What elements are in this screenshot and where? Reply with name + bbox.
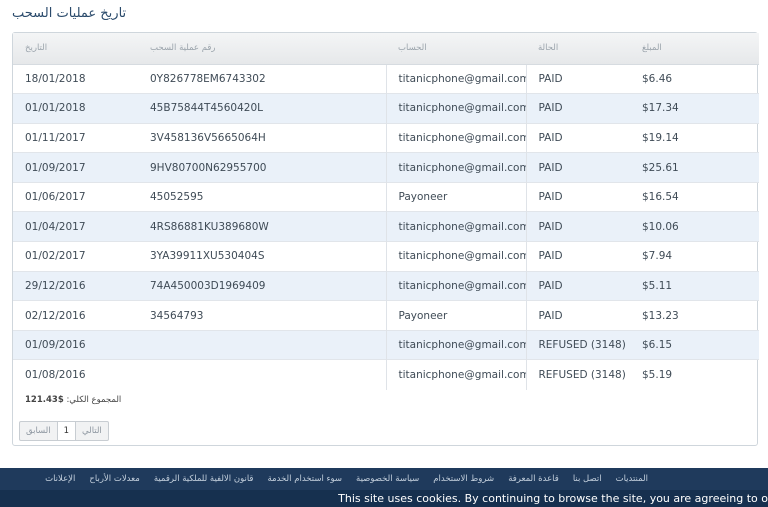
cell-amount: $5.11 — [630, 270, 759, 301]
cookie-banner: This site uses cookies. By continuing to… — [0, 490, 768, 507]
cell-account: titanicphone@gmail.com — [386, 93, 527, 124]
cell-amount: $6.15 — [630, 329, 759, 360]
cell-amount: $17.34 — [630, 93, 759, 124]
cell-withdrawal-id: 74A450003D1969409 — [138, 270, 387, 301]
footer-link[interactable]: قانون الالفية للملكية الرقمية — [154, 474, 254, 484]
table-row: 29/12/2016 74A450003D1969409 titanicphone@… — [13, 270, 759, 301]
cell-status: PAID — [526, 300, 630, 331]
table-row: 01/09/2017 9HV80700N62955700 titanicphone@… — [13, 152, 759, 183]
total-value: $121.43 — [25, 395, 64, 405]
cell-amount: $10.06 — [630, 211, 759, 242]
cell-status: PAID — [526, 270, 630, 301]
cell-withdrawal-id: 3V458136V5665064H — [138, 122, 387, 153]
header-account[interactable]: الحساب — [386, 33, 526, 65]
table-row: 01/02/2017 3YA39911XU530404S titanicphone@… — [13, 241, 759, 272]
page-title: تاريخ عمليات السحب — [12, 6, 127, 21]
footer-link[interactable]: الإعلانات — [45, 474, 75, 484]
cell-status: PAID — [526, 211, 630, 242]
cell-date: 01/09/2017 — [13, 152, 138, 183]
pager-next-button[interactable]: التالي — [76, 422, 108, 440]
cell-withdrawal-id: 4RS86881KU389680W — [138, 211, 387, 242]
footer-nav: المنتديات اتصل بنا قاعدة المعرفة شروط الاست… — [0, 468, 768, 490]
cell-withdrawal-id: 34564793 — [138, 300, 387, 331]
footer-link[interactable]: اتصل بنا — [573, 474, 602, 484]
cell-account: titanicphone@gmail.com — [386, 270, 527, 301]
cell-amount: $13.23 — [630, 300, 759, 331]
cell-account: titanicphone@gmail.com — [386, 63, 527, 94]
withdrawals-table: التاريخ رقم عملية السحب الحساب الحالة ال… — [13, 33, 759, 390]
cell-status: REFUSED (3148) — [526, 329, 630, 360]
footer-link[interactable]: المنتديات — [616, 474, 648, 484]
table-row: 01/11/2017 3V458136V5665064H titanicphone@… — [13, 122, 759, 153]
cell-date: 29/12/2016 — [13, 270, 138, 301]
cell-status: PAID — [526, 122, 630, 153]
pagination: التالي 1 السابق — [19, 421, 109, 441]
cell-date: 02/12/2016 — [13, 300, 138, 331]
cell-date: 01/04/2017 — [13, 211, 138, 242]
cell-account: titanicphone@gmail.com — [386, 122, 527, 153]
pager-prev-button[interactable]: السابق — [20, 422, 57, 440]
cell-account: Payoneer — [386, 300, 527, 331]
cell-date: 01/09/2016 — [13, 329, 138, 360]
cell-amount: $5.19 — [630, 359, 759, 390]
cell-date: 01/11/2017 — [13, 122, 138, 153]
footer-link[interactable]: سوء استخدام الخدمة — [267, 474, 342, 484]
cell-account: titanicphone@gmail.com — [386, 152, 527, 183]
total-summary: المجموع الكلي: $121.43 — [25, 395, 121, 405]
cell-amount: $6.46 — [630, 63, 759, 94]
cell-account: titanicphone@gmail.com — [386, 241, 527, 272]
footer-link[interactable]: شروط الاستخدام — [433, 474, 494, 484]
cell-withdrawal-id: 45B75844T4560420L — [138, 93, 387, 124]
header-withdrawal-id[interactable]: رقم عملية السحب — [138, 33, 386, 65]
header-status[interactable]: الحالة — [526, 33, 630, 65]
cell-amount: $16.54 — [630, 181, 759, 212]
cell-account: titanicphone@gmail.com — [386, 329, 527, 360]
cell-status: PAID — [526, 152, 630, 183]
withdrawals-panel: التاريخ رقم عملية السحب الحساب الحالة ال… — [12, 32, 759, 446]
cell-date: 01/01/2018 — [13, 93, 138, 124]
cell-date: 18/01/2018 — [13, 63, 138, 94]
footer-link[interactable]: قاعدة المعرفة — [508, 474, 559, 484]
cell-withdrawal-id: 9HV80700N62955700 — [138, 152, 387, 183]
cell-withdrawal-id — [138, 359, 387, 390]
table-row: 01/06/2017 45052595 Payoneer PAID $16.54 — [13, 181, 759, 212]
table-row: 01/04/2017 4RS86881KU389680W titanicphone@… — [13, 211, 759, 242]
cell-status: REFUSED (3148) — [526, 359, 630, 390]
footer-link[interactable]: معدلات الأرباح — [89, 474, 139, 484]
cell-date: 01/02/2017 — [13, 241, 138, 272]
cell-amount: $25.61 — [630, 152, 759, 183]
table-row: 01/08/2016 titanicphone@gmail.com REFUSED … — [13, 359, 759, 390]
table-row: 18/01/2018 0Y826778EM6743302 titanicphone@… — [13, 63, 759, 94]
cell-amount: $7.94 — [630, 241, 759, 272]
header-date[interactable]: التاريخ — [13, 33, 138, 65]
cell-status: PAID — [526, 241, 630, 272]
cell-withdrawal-id: 3YA39911XU530404S — [138, 241, 387, 272]
pager-current-page[interactable]: 1 — [56, 422, 77, 440]
cell-account: titanicphone@gmail.com — [386, 211, 527, 242]
table-row: 02/12/2016 34564793 Payoneer PAID $13.23 — [13, 300, 759, 331]
cell-status: PAID — [526, 181, 630, 212]
cookie-text: This site uses cookies. By continuing to… — [338, 492, 768, 505]
cell-status: PAID — [526, 93, 630, 124]
cell-account: Payoneer — [386, 181, 527, 212]
total-label: المجموع الكلي: — [66, 395, 122, 405]
footer-link[interactable]: سياسة الخصوصية — [356, 474, 419, 484]
table-header-row: التاريخ رقم عملية السحب الحساب الحالة ال… — [13, 33, 759, 65]
table-row: 01/01/2018 45B75844T4560420L titanicphone@… — [13, 93, 759, 124]
header-amount[interactable]: المبلغ — [630, 33, 759, 65]
cell-date: 01/08/2016 — [13, 359, 138, 390]
cell-amount: $19.14 — [630, 122, 759, 153]
cell-withdrawal-id: 0Y826778EM6743302 — [138, 63, 387, 94]
cell-withdrawal-id — [138, 329, 387, 360]
cell-status: PAID — [526, 63, 630, 94]
cell-date: 01/06/2017 — [13, 181, 138, 212]
table-row: 01/09/2016 titanicphone@gmail.com REFUSED … — [13, 329, 759, 360]
cell-account: titanicphone@gmail.com — [386, 359, 527, 390]
cell-withdrawal-id: 45052595 — [138, 181, 387, 212]
